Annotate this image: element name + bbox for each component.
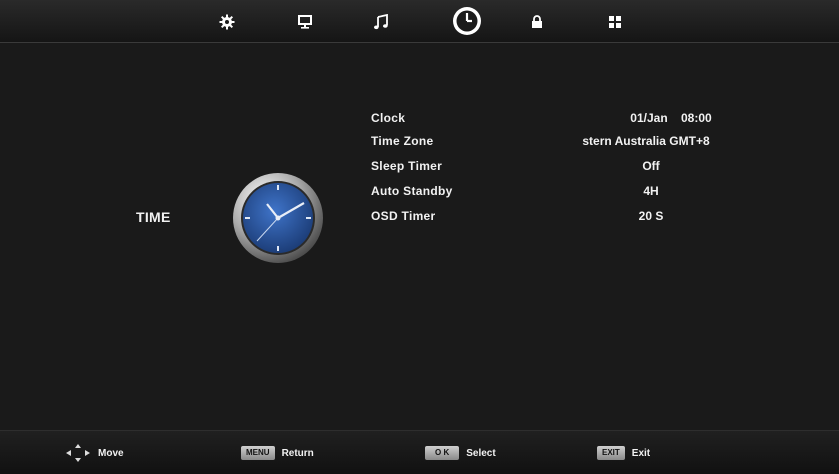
navigation-hint-bar: Move MENU Return O K Select EXIT Exit <box>0 430 839 474</box>
monitor-icon <box>298 15 312 29</box>
menu-item-label: Auto Standby <box>371 184 453 198</box>
tab-settings[interactable] <box>214 9 240 35</box>
hint-exit-label: Exit <box>631 447 651 459</box>
menu-item-value: 4H <box>643 184 659 198</box>
menu-item-sleep-timer[interactable]: Sleep Timer Off <box>371 159 771 179</box>
menu-item-osd-timer[interactable]: OSD Timer 20 S <box>371 209 771 229</box>
section-title: TIME <box>136 209 171 225</box>
hint-select: O K Select <box>425 444 496 462</box>
menu-key: MENU <box>241 446 275 460</box>
lock-icon <box>532 15 542 28</box>
clock-icon <box>453 7 481 35</box>
hint-move-label: Move <box>98 447 124 459</box>
ok-key: O K <box>425 446 460 460</box>
tv-settings-screen: TIME Clock 01/Jan 08:00 Time Zone stern … <box>0 0 839 474</box>
apps-grid-icon <box>609 16 621 28</box>
menu-tab-bar <box>0 0 839 43</box>
hint-select-label: Select <box>466 447 496 459</box>
music-note-icon <box>374 14 388 30</box>
hint-exit: EXIT Exit <box>597 444 650 462</box>
dpad-arrows-icon <box>66 444 90 462</box>
tab-apps[interactable] <box>602 9 628 35</box>
exit-key: EXIT <box>597 446 625 460</box>
hint-move: Move <box>66 444 124 462</box>
gear-icon <box>219 14 235 30</box>
menu-item-label: Time Zone <box>371 134 434 148</box>
menu-item-time-zone[interactable]: Time Zone stern Australia GMT+8 <box>371 134 771 154</box>
menu-item-value: Off <box>642 159 660 173</box>
menu-item-value: stern Australia GMT+8 <box>582 134 710 148</box>
hint-return: MENU Return <box>241 444 314 462</box>
menu-item-label: Clock <box>371 111 406 125</box>
menu-item-label: OSD Timer <box>371 209 436 223</box>
menu-item-clock[interactable]: Clock 01/Jan 08:00 <box>371 111 771 131</box>
menu-item-value: 01/Jan 08:00 <box>630 111 712 125</box>
menu-item-auto-standby[interactable]: Auto Standby 4H <box>371 184 771 204</box>
tab-picture[interactable] <box>292 9 318 35</box>
clock-face-icon <box>232 172 324 264</box>
menu-item-label: Sleep Timer <box>371 159 443 173</box>
hint-return-label: Return <box>281 447 314 459</box>
tab-sound[interactable] <box>368 9 394 35</box>
menu-item-value: 20 S <box>638 209 664 223</box>
tab-lock[interactable] <box>524 9 550 35</box>
tab-time[interactable] <box>450 4 484 38</box>
